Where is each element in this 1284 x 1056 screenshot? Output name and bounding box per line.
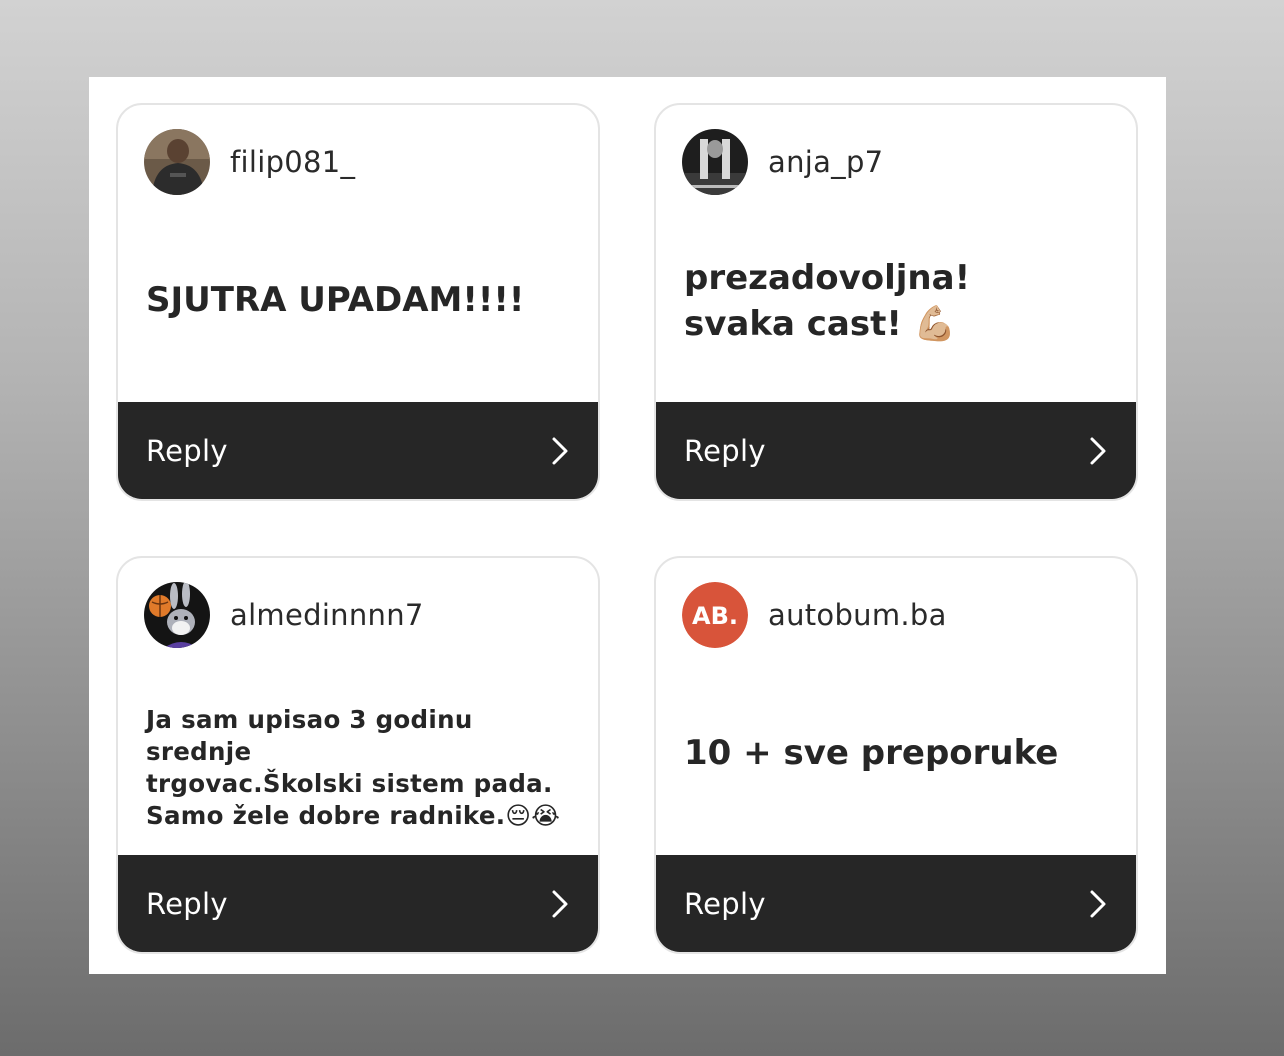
reply-label: Reply xyxy=(146,433,228,468)
reply-label: Reply xyxy=(684,886,766,921)
avatar-photo xyxy=(144,129,210,195)
comment-card: AB. autobum.ba 10 + sve preporuke Reply xyxy=(654,556,1138,954)
avatar[interactable] xyxy=(144,582,210,648)
comment-text: SJUTRA UPADAM!!!! xyxy=(146,280,525,320)
comment-header: AB. autobum.ba xyxy=(682,582,947,648)
avatar[interactable] xyxy=(144,129,210,195)
reply-button[interactable]: Reply xyxy=(656,855,1136,952)
avatar[interactable] xyxy=(682,129,748,195)
svg-text:AB.: AB. xyxy=(692,602,738,630)
chevron-right-icon xyxy=(550,889,570,919)
username[interactable]: autobum.ba xyxy=(768,598,947,632)
comment-header: anja_p7 xyxy=(682,129,883,195)
brand-logo: AB. xyxy=(682,582,748,648)
chevron-right-icon xyxy=(1088,889,1108,919)
chevron-right-icon xyxy=(1088,436,1108,466)
comment-card: almedinnnn7 Ja sam upisao 3 godinu sredn… xyxy=(116,556,600,954)
reply-label: Reply xyxy=(146,886,228,921)
chevron-right-icon xyxy=(550,436,570,466)
avatar-photo xyxy=(144,582,210,648)
username[interactable]: anja_p7 xyxy=(768,145,883,179)
comment-text: Ja sam upisao 3 godinu srednje trgovac.Š… xyxy=(146,705,561,830)
comment-header: filip081_ xyxy=(144,129,355,195)
username[interactable]: almedinnnn7 xyxy=(230,598,424,632)
avatar-photo xyxy=(682,129,748,195)
username[interactable]: filip081_ xyxy=(230,145,355,179)
reply-label: Reply xyxy=(684,433,766,468)
comment-header: almedinnnn7 xyxy=(144,582,424,648)
comment-text: prezadovoljna! svaka cast! 💪🏼 xyxy=(684,258,971,344)
reply-button[interactable]: Reply xyxy=(118,402,598,499)
reply-button[interactable]: Reply xyxy=(656,402,1136,499)
avatar[interactable]: AB. xyxy=(682,582,748,648)
comment-card: filip081_ SJUTRA UPADAM!!!! Reply xyxy=(116,103,600,501)
comment-card: anja_p7 prezadovoljna! svaka cast! 💪🏼 Re… xyxy=(654,103,1138,501)
comment-text: 10 + sve preporuke xyxy=(684,733,1059,773)
reply-button[interactable]: Reply xyxy=(118,855,598,952)
